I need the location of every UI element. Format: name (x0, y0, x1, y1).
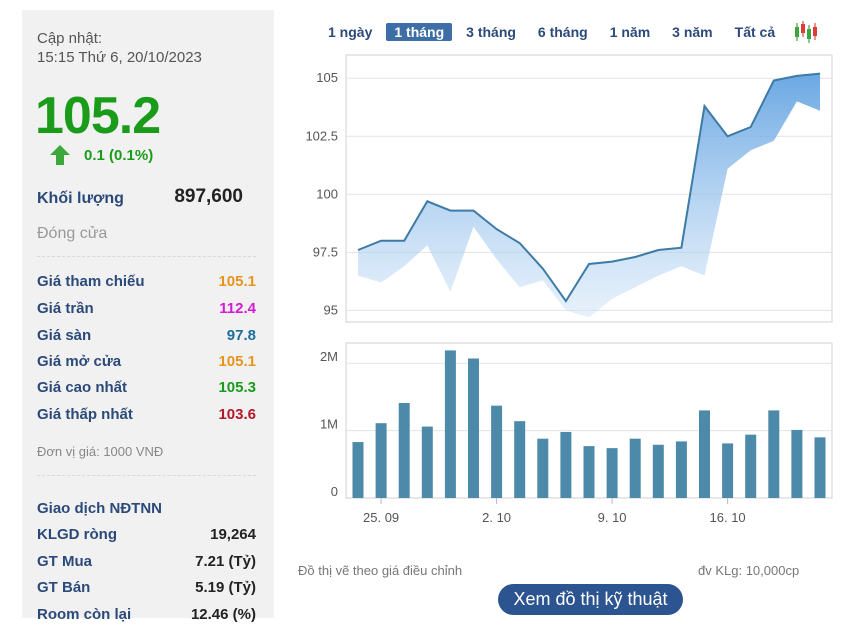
divider (37, 256, 256, 257)
open-price-label: Giá mở cửa (37, 353, 122, 370)
price-change: 0.1 (0.1%) (84, 147, 154, 164)
floor-price-value: 97.8 (226, 327, 256, 344)
current-price: 105.2 (35, 87, 161, 145)
price-range-area (358, 73, 820, 318)
room-remaining-value: 12.46 (%) (190, 606, 256, 623)
x-tick-label: 25. 09 (363, 510, 399, 525)
price-tick-label: 100 (316, 186, 338, 201)
volume-value: 897,600 (174, 186, 243, 207)
volume-bar (629, 438, 641, 498)
volume-bar (514, 421, 526, 498)
sell-value: 5.19 (Tỷ) (195, 579, 256, 596)
update-time: 15:15 Thứ 6, 20/10/2023 (37, 49, 202, 66)
view-technical-chart-button[interactable]: Xem đồ thị kỹ thuật (498, 584, 683, 615)
price-unit-note: Đơn vị giá: 1000 VNĐ (37, 444, 164, 459)
volume-bar (606, 448, 618, 498)
volume-bar (583, 446, 595, 498)
buy-value-label: GT Mua (37, 553, 92, 570)
volume-bar (745, 434, 757, 498)
volume-bar (468, 358, 479, 498)
volume-bar (398, 402, 410, 498)
chart-area: 1 ngày 1 tháng 3 tháng 6 tháng 1 năm 3 n… (290, 0, 845, 633)
foreign-trading-title: Giao dịch NĐTNN (37, 500, 163, 517)
volume-bar (791, 429, 803, 498)
volume-tick-label: 0 (331, 484, 338, 499)
volume-unit-note: đv KLg: 10,000cp (698, 563, 800, 578)
volume-bar (560, 431, 572, 498)
volume-bar (699, 410, 710, 498)
price-volume-chart: 105 102.5 100 97.5 95 2M 1M 0 25. 09 2. 10 9. 10… (305, 54, 833, 525)
buy-value: 7.21 (Tỷ) (195, 553, 256, 570)
x-tick-label: 2. 10 (482, 510, 511, 525)
volume-bar (722, 443, 734, 498)
volume-label: Khối lượng (37, 190, 124, 207)
price-tick-label: 95 (324, 302, 338, 317)
price-tick-label: 102.5 (305, 128, 338, 143)
x-tick-label: 16. 10 (710, 510, 746, 525)
reference-price-value: 105.1 (218, 273, 256, 290)
floor-price-label: Giá sàn (37, 327, 92, 344)
ceiling-price-label: Giá trần (37, 300, 94, 317)
open-price-value: 105.1 (218, 353, 256, 370)
reference-price-label: Giá tham chiếu (37, 273, 145, 290)
stock-summary-panel: Cập nhật: 15:15 Thứ 6, 20/10/2023 105.2 … (22, 10, 274, 623)
high-price-label: Giá cao nhất (37, 379, 128, 396)
adjusted-price-note: Đồ thị vẽ theo giá điều chỉnh (298, 563, 463, 578)
x-tick-label: 9. 10 (598, 510, 627, 525)
volume-bar (444, 350, 456, 498)
low-price-value: 103.6 (218, 406, 256, 423)
divider (37, 475, 256, 476)
close-label: Đóng cửa (37, 225, 108, 242)
volume-bar (652, 444, 664, 498)
volume-bar (352, 442, 364, 498)
price-tick-label: 105 (316, 70, 338, 85)
low-price-label: Giá thấp nhất (37, 406, 133, 423)
high-price-value: 105.3 (218, 379, 256, 396)
sell-value-label: GT Bán (37, 579, 91, 596)
volume-bar (675, 441, 687, 498)
volume-bar (421, 426, 433, 498)
net-volume-label: KLGD ròng (37, 526, 117, 543)
net-volume-value: 19,264 (210, 526, 256, 543)
volume-tick-label: 1M (320, 417, 338, 432)
volume-bar (814, 437, 826, 498)
volume-bar (375, 423, 387, 498)
arrow-up-icon (50, 145, 70, 165)
volume-bar (491, 405, 503, 498)
volume-tick-label: 2M (320, 349, 338, 364)
update-label: Cập nhật: (37, 30, 103, 47)
room-remaining-label: Room còn lại (37, 606, 132, 623)
price-tick-label: 97.5 (313, 244, 338, 259)
volume-bar (768, 410, 780, 498)
ceiling-price-value: 112.4 (219, 300, 256, 317)
volume-bar (537, 438, 549, 498)
